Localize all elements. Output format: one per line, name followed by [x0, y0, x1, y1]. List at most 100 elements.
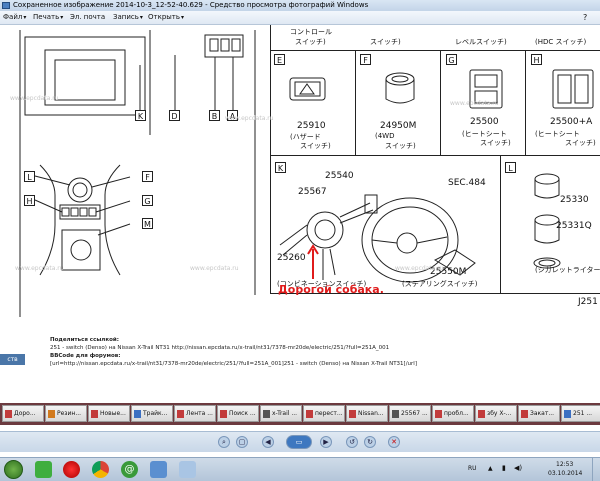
network-icon[interactable]: ▮ [502, 464, 506, 472]
watermark: www.epcdata.ru [395, 265, 444, 272]
tab-favicon-icon [349, 410, 356, 418]
tab-favicon-icon [177, 410, 184, 418]
photo-viewer-icon [2, 2, 10, 9]
browser-tab[interactable]: Закат... [518, 405, 560, 422]
mail-agent-icon[interactable]: @ [121, 461, 138, 478]
menu-burn[interactable]: Запись▾ [113, 13, 143, 21]
panel-l-part-25330: 25330 [560, 195, 589, 205]
menu-print[interactable]: Печать▾ [33, 13, 63, 21]
dashboard-drawing [19, 30, 256, 317]
browser-tab[interactable]: Доро... [2, 405, 44, 422]
browser-tab[interactable]: Лента ... [174, 405, 216, 422]
panel-l-part-25331q: 25331Q [556, 221, 592, 231]
slideshow-icon[interactable]: ▭ [286, 435, 312, 449]
caption-switch-2: スイッチ) [370, 38, 401, 46]
browser-tab[interactable]: Поиск ... [217, 405, 259, 422]
tab-label: Поиск ... [229, 410, 256, 417]
tray-arrow-icon[interactable]: ▲ [488, 465, 493, 472]
grid-line [525, 50, 526, 155]
panel-h-part: 25500+A [550, 117, 593, 127]
panel-k-part-25540: 25540 [325, 171, 354, 181]
fit-icon[interactable]: ▢ [236, 436, 248, 448]
clock-time[interactable]: 12:53 [556, 461, 573, 468]
label-k: K [135, 110, 146, 121]
rotate-right-icon[interactable]: ↻ [364, 436, 376, 448]
panel-k-part-25260: 25260 [277, 253, 306, 263]
tab-label: x-Trail ... [272, 410, 298, 417]
tab-favicon-icon [263, 410, 270, 418]
next-icon[interactable]: ▶ [320, 436, 332, 448]
caption-switch-1: スイッチ) [295, 38, 326, 46]
share-link-text[interactable]: 251 - switch (Denso) на Nissan X-Trail N… [50, 345, 389, 351]
panel-h-letter: H [531, 54, 542, 65]
panel-g-letter: G [446, 54, 457, 65]
caption-level-switch: レベルスイッチ) [455, 38, 507, 46]
zoom-icon[interactable]: ⌕ [218, 436, 230, 448]
photo-viewer-taskbar-icon[interactable] [179, 461, 196, 478]
image-viewer: K D B A L F H G M コントロール スイッチ) スイッチ) レベル… [0, 25, 600, 317]
tab-label: збу Х-... [487, 410, 512, 417]
tab-favicon-icon [435, 410, 442, 418]
heat-seat-switch-drawing [469, 69, 503, 109]
tab-favicon-icon [392, 410, 399, 418]
volume-icon[interactable]: ◀) [514, 464, 522, 472]
panel-l-caption: (シガレットライター) [535, 266, 600, 274]
browser-tab[interactable]: x-Trail ... [260, 405, 302, 422]
menu-open[interactable]: Открыть▾ [148, 13, 184, 21]
input-language[interactable]: RU [468, 465, 477, 472]
tab-label: Лента ... [186, 410, 213, 417]
tab-label: 251 ... [573, 410, 593, 417]
panel-l-letter: L [505, 162, 516, 173]
red-arrow-annotation [307, 244, 319, 279]
browser-tab[interactable]: Новые... [88, 405, 130, 422]
browser-tab[interactable]: 251 ... [561, 405, 600, 422]
grid-line [355, 50, 356, 155]
browser-tab[interactable]: пробл... [432, 405, 474, 422]
browser-tab[interactable]: перест... [303, 405, 345, 422]
show-desktop-button[interactable] [592, 458, 600, 481]
rotate-left-icon[interactable]: ↺ [346, 436, 358, 448]
share-info: Поделиться ссылкой: 251 - switch (Denso)… [0, 317, 600, 395]
menu-email[interactable]: Эл. почта [70, 13, 105, 21]
tab-label: Закат... [530, 410, 555, 417]
clock-date[interactable]: 03.10.2014 [548, 470, 582, 477]
label-l: L [24, 171, 35, 182]
label-f: F [142, 171, 153, 182]
start-button-icon[interactable] [4, 460, 23, 479]
watermark: www.epcdata.ru [10, 95, 59, 102]
browser-tab[interactable]: Nissan... [346, 405, 388, 422]
heat-seat-switch-pair-drawing [552, 69, 594, 109]
side-badge[interactable]: ств [0, 354, 25, 365]
media-icon[interactable] [150, 461, 167, 478]
grid-line [270, 25, 271, 293]
previous-icon[interactable]: ◀ [262, 436, 274, 448]
share-heading: Поделиться ссылкой: [50, 337, 119, 343]
help-icon[interactable]: ? [583, 13, 587, 22]
menu-file[interactable]: Файл▾ [3, 13, 26, 21]
browser-tab[interactable]: Резин... [45, 405, 87, 422]
delete-icon[interactable]: ✕ [388, 436, 400, 448]
panel-k-part-25567: 25567 [298, 187, 327, 197]
panel-g-part: 25500 [470, 117, 499, 127]
caption-hdc-switch: (HDC スイッチ) [535, 38, 587, 46]
annotation-text: Дорогой собака. [278, 283, 384, 296]
browser-tab-strip: Доро... Резин... Новые... Трайк... Лента ...… [0, 403, 600, 425]
panel-f-caption-1: (4WD [375, 132, 395, 140]
browser-tab[interactable]: збу Х-... [475, 405, 517, 422]
panel-k-caption-steering: (ステアリングスイッチ) [402, 280, 478, 288]
tab-label: Nissan... [358, 410, 384, 417]
chrome-icon[interactable] [92, 461, 109, 478]
shield-app-icon[interactable] [35, 461, 52, 478]
panel-g-caption-2: スイッチ) [480, 139, 511, 147]
4wd-switch-drawing [385, 72, 415, 104]
browser-tab[interactable]: Трайк... [131, 405, 173, 422]
tab-favicon-icon [478, 410, 485, 418]
opera-icon[interactable] [63, 461, 80, 478]
browser-tab[interactable]: 25567 ... [389, 405, 431, 422]
label-g: G [142, 195, 153, 206]
label-h: H [24, 195, 35, 206]
panel-e-part: 25910 [297, 121, 326, 131]
forum-code-text[interactable]: [url=http://nissan.epcdata.ru/x-trail/nt… [50, 361, 417, 367]
watermark: www.epcdata.ru [190, 265, 239, 272]
label-m: M [142, 218, 153, 229]
